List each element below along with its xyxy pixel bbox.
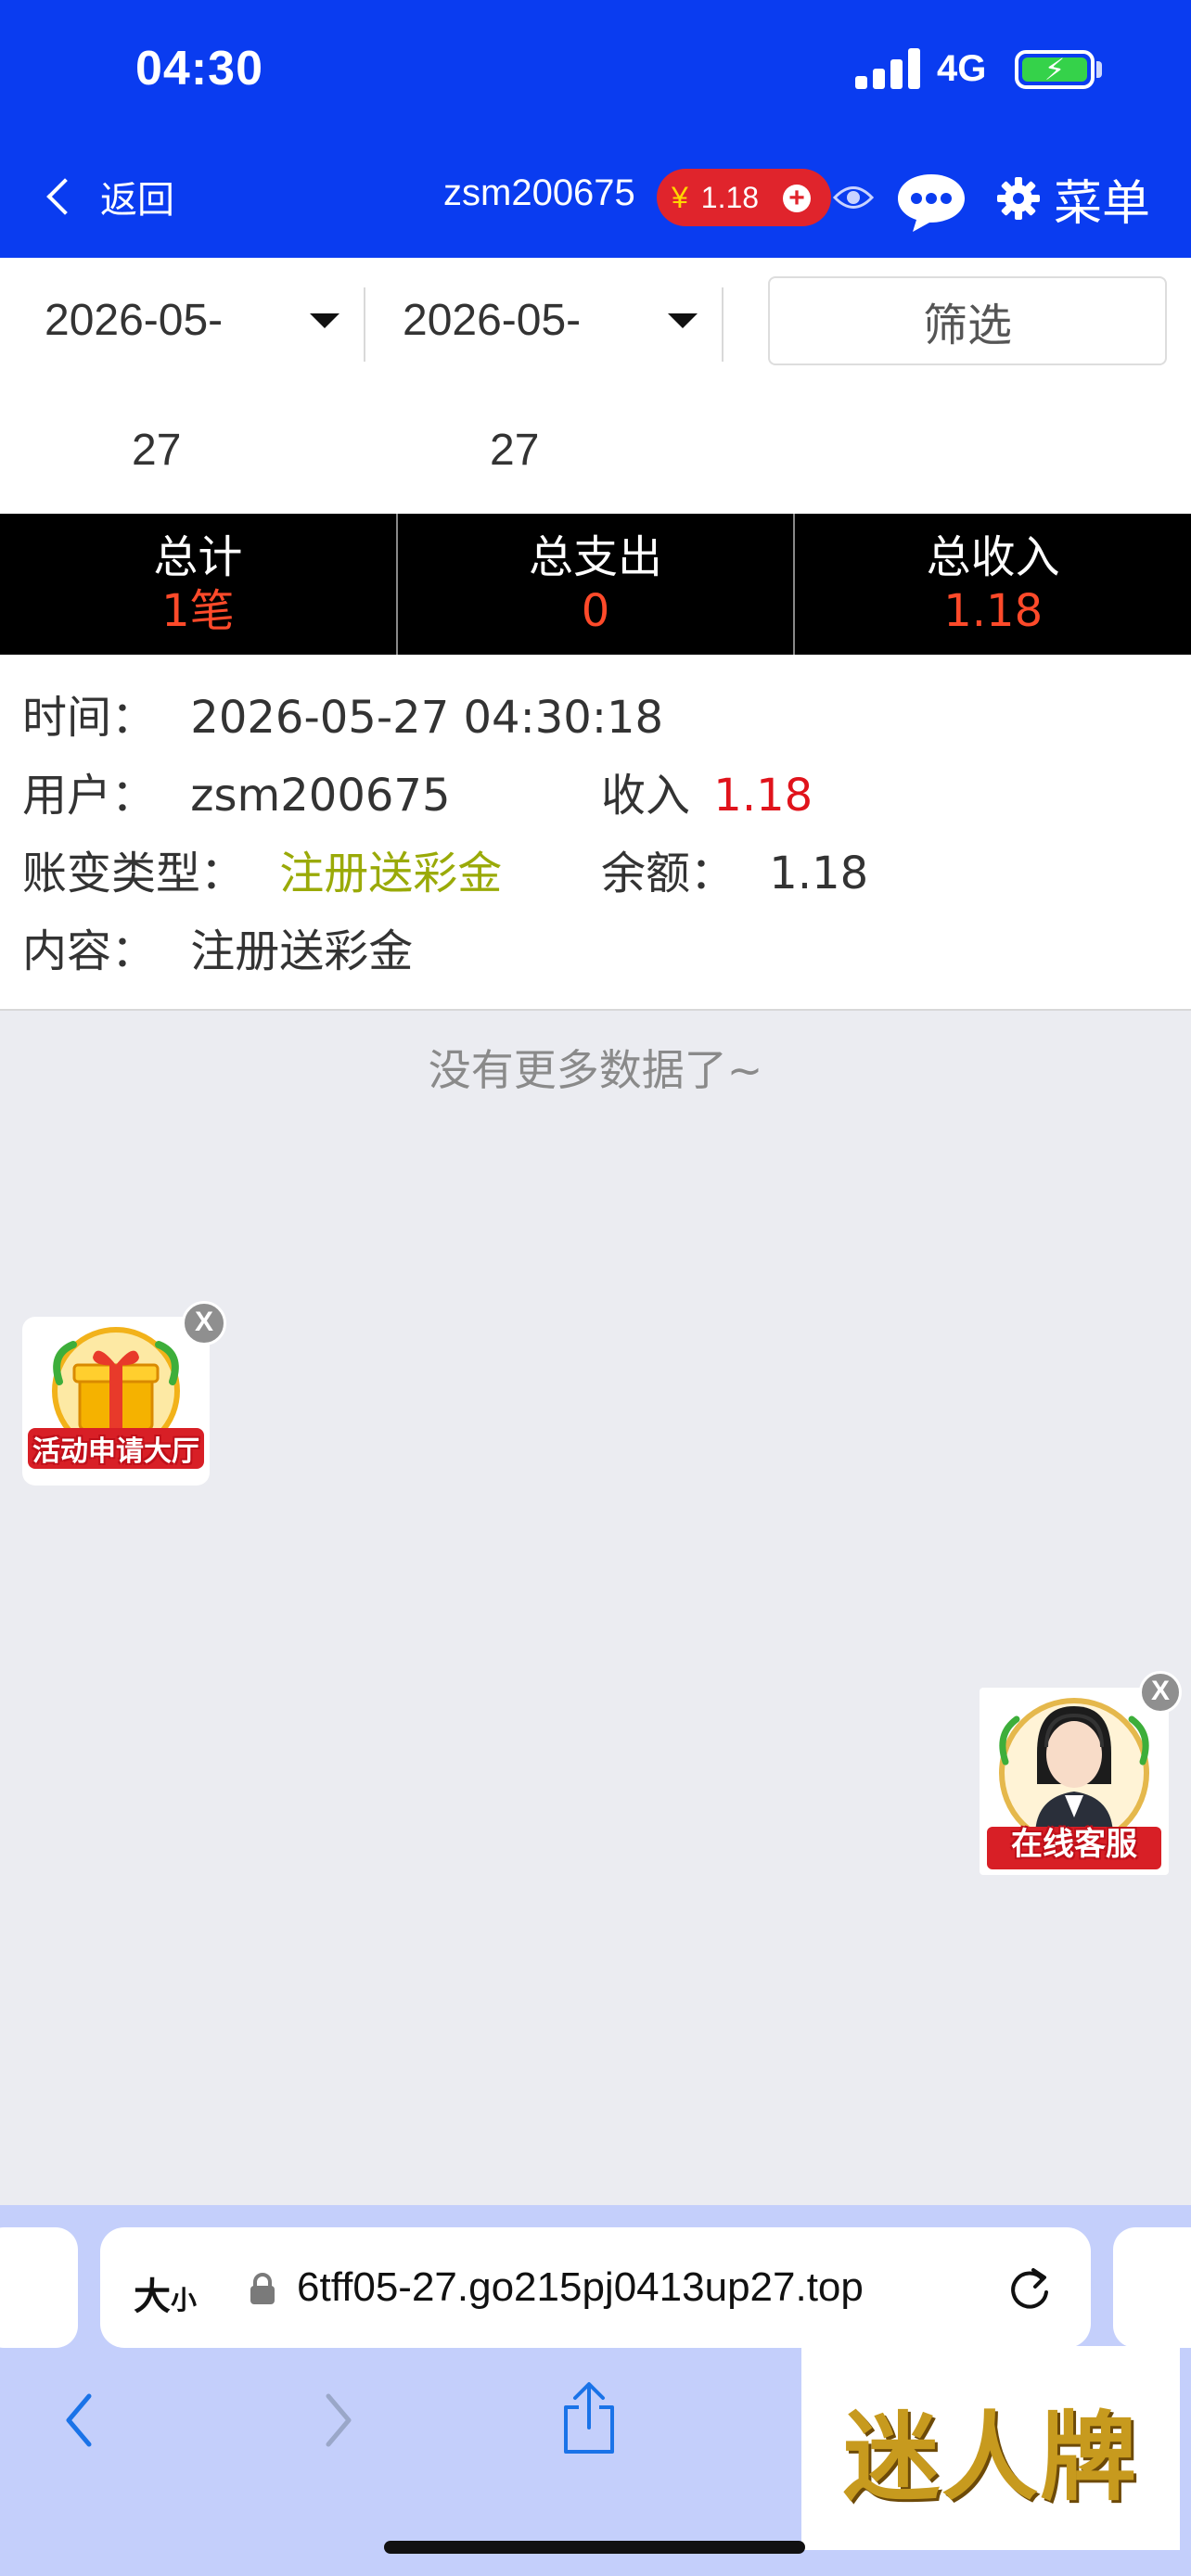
summary-label: 总收入	[926, 531, 1060, 583]
home-indicator[interactable]	[384, 2541, 805, 2554]
transaction-record: 时间： 2026-05-27 04:30:18 用户： zsm200675 收入…	[0, 655, 1191, 1011]
summary-label: 总支出	[529, 531, 663, 583]
brand-watermark: 迷人牌	[801, 2346, 1180, 2550]
end-date-day: 27	[490, 426, 540, 475]
chat-bubble-icon[interactable]	[894, 169, 968, 236]
summary-income: 总收入 1.18	[795, 514, 1191, 655]
text-size-large: 大	[134, 2276, 171, 2318]
battery-icon: ⚡	[1015, 50, 1095, 89]
browser-forward-icon[interactable]	[319, 2392, 356, 2448]
text-size-button[interactable]: 大小	[134, 2266, 197, 2320]
summary-expense: 总支出 0	[398, 514, 796, 655]
summary-bar: 总计 1笔 总支出 0 总收入 1.18	[0, 514, 1191, 655]
record-income-label: 收入	[601, 770, 691, 822]
next-tab-preview[interactable]	[1113, 2227, 1191, 2348]
record-content: 内容： 注册送彩金	[22, 914, 413, 979]
start-date-select[interactable]: 2026-05- 27	[45, 278, 351, 475]
battery-cap	[1096, 61, 1102, 78]
record-type-label: 账变类型：	[22, 848, 246, 899]
back-label: 返回	[100, 180, 174, 221]
caret-down-icon	[310, 313, 339, 328]
lock-icon	[250, 2273, 275, 2304]
record-user-value: zsm200675	[190, 770, 451, 822]
caret-down-icon	[668, 313, 698, 328]
summary-value: 0	[581, 585, 610, 637]
cellular-signal-icon	[855, 46, 920, 89]
record-balance-value: 1.18	[769, 848, 869, 899]
plus-circle-icon[interactable]: +	[783, 185, 811, 212]
previous-tab-preview[interactable]	[0, 2227, 78, 2348]
record-time-value: 2026-05-27 04:30:18	[190, 692, 664, 744]
no-more-data-text: 没有更多数据了~	[428, 1045, 763, 1095]
record-time: 时间： 2026-05-27 04:30:18	[22, 681, 663, 746]
record-balance-label: 余额：	[601, 848, 736, 899]
divider	[722, 287, 724, 362]
record-time-label: 时间：	[22, 692, 157, 744]
header-username: zsm200675	[443, 172, 635, 213]
back-button[interactable]: 返回	[41, 167, 174, 226]
summary-total: 总计 1笔	[0, 514, 398, 655]
balance-value: 1.18	[700, 180, 760, 214]
yen-icon: ¥	[672, 180, 688, 214]
activity-hall-widget[interactable]: 活动申请大厅	[22, 1317, 210, 1486]
customer-service-caption: 在线客服	[1011, 1826, 1137, 1863]
divider	[364, 287, 365, 362]
summary-value: 1.18	[943, 585, 1044, 637]
network-type: 4G	[937, 48, 987, 89]
summary-value: 1笔	[161, 585, 235, 637]
end-date-select[interactable]: 2026-05- 27	[403, 278, 709, 475]
record-income: 收入 1.18	[601, 759, 813, 823]
start-date-text: 2026-05-	[45, 296, 224, 345]
reload-icon[interactable]	[1005, 2264, 1054, 2313]
menu-button[interactable]: 菜单	[996, 171, 1150, 231]
menu-label: 菜单	[1054, 176, 1151, 231]
record-user: 用户： zsm200675	[22, 759, 450, 823]
record-balance: 余额： 1.18	[601, 836, 868, 901]
balance-badge[interactable]: ¥ 1.18 +	[657, 169, 831, 226]
url-text[interactable]: 6tff05-27.go215pj0413up27.top	[297, 2264, 864, 2311]
brand-text: 迷人牌	[842, 2399, 1138, 2514]
record-type: 账变类型： 注册送彩金	[22, 836, 502, 901]
text-size-small: 小	[171, 2285, 198, 2315]
filter-button[interactable]: 筛选	[768, 276, 1167, 365]
start-date-day: 27	[132, 426, 182, 475]
summary-label: 总计	[153, 531, 243, 583]
close-icon[interactable]: X	[1139, 1671, 1182, 1714]
record-type-value: 注册送彩金	[279, 848, 503, 899]
status-time: 04:30	[135, 42, 263, 96]
record-content-value: 注册送彩金	[190, 925, 414, 977]
share-icon[interactable]	[558, 2379, 620, 2457]
browser-back-icon[interactable]	[61, 2392, 98, 2448]
record-user-label: 用户：	[22, 770, 157, 822]
end-date-text: 2026-05-	[403, 296, 582, 345]
address-bar[interactable]: 大小 6tff05-27.go215pj0413up27.top	[100, 2227, 1091, 2348]
customer-service-widget[interactable]: 在线客服	[980, 1688, 1169, 1875]
gear-icon	[997, 177, 1040, 220]
record-content-label: 内容：	[22, 925, 157, 977]
record-income-value: 1.18	[713, 770, 813, 822]
chevron-left-icon	[46, 178, 83, 215]
eye-icon[interactable]	[833, 182, 874, 213]
close-icon[interactable]: X	[182, 1301, 226, 1345]
activity-hall-caption: 活动申请大厅	[32, 1435, 199, 1468]
